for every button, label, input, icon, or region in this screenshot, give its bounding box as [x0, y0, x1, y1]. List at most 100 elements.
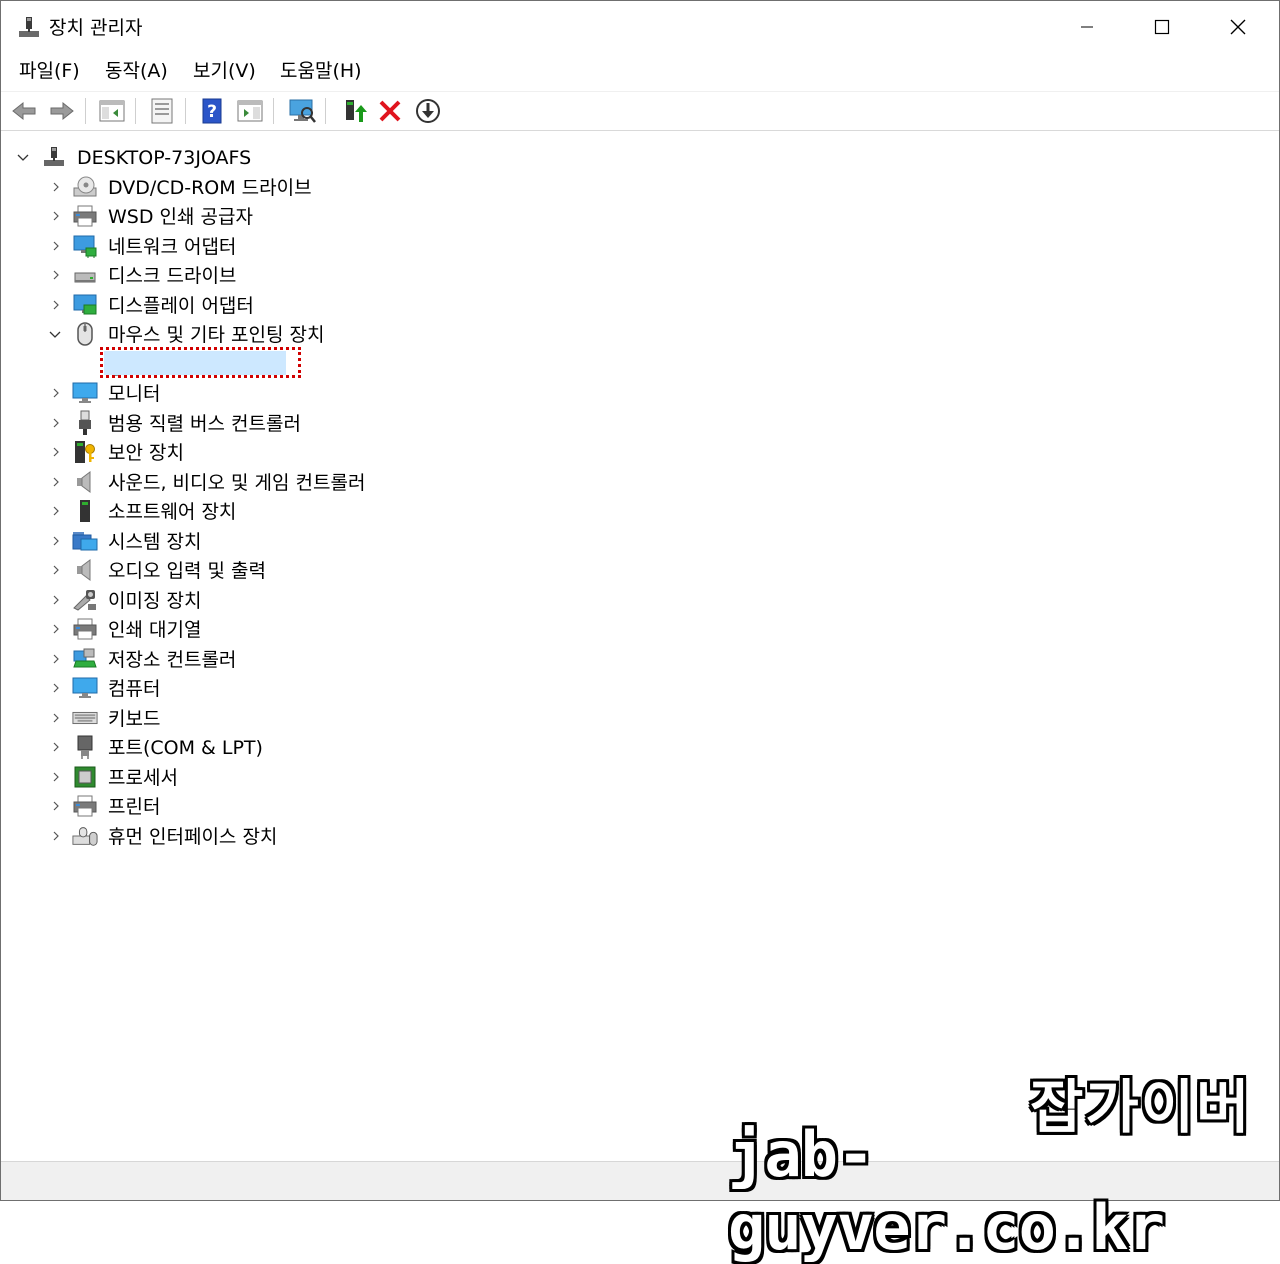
chevron-right-icon[interactable]	[50, 210, 62, 222]
back-button[interactable]	[9, 96, 39, 126]
svg-text:?: ?	[207, 102, 217, 122]
tree-category-item[interactable]: 포트(COM & LPT)	[1, 733, 701, 762]
chevron-right-icon[interactable]	[50, 269, 62, 281]
tree-category-item[interactable]: 인쇄 대기열	[1, 615, 701, 644]
tree-item-label: 인쇄 대기열	[108, 619, 202, 641]
processor-icon	[72, 764, 98, 790]
tree-item-label: WSD 인쇄 공급자	[108, 206, 253, 228]
chevron-right-icon[interactable]	[50, 476, 62, 488]
tree-category-item[interactable]: WSD 인쇄 공급자	[1, 202, 701, 231]
mouse-icon	[72, 321, 98, 347]
tree-item-label: 소프트웨어 장치	[108, 501, 237, 523]
properties-button[interactable]	[147, 96, 177, 126]
update-driver-button[interactable]	[339, 96, 369, 126]
tree-category-item[interactable]: 컴퓨터	[1, 674, 701, 703]
menu-action[interactable]: 동작(A)	[101, 56, 172, 83]
tree-item-label: 마우스 및 기타 포인팅 장치	[108, 324, 325, 346]
help-icon: ?	[202, 98, 222, 124]
tree-item-label: 디스크 드라이브	[108, 265, 237, 287]
chevron-right-icon[interactable]	[50, 682, 62, 694]
camera-icon	[72, 587, 98, 613]
chevron-down-icon[interactable]	[17, 151, 29, 163]
chevron-right-icon[interactable]	[50, 830, 62, 842]
chevron-right-icon[interactable]	[50, 800, 62, 812]
tree-item-label: 사운드, 비디오 및 게임 컨트롤러	[108, 471, 366, 494]
tree-category-item[interactable]: 보안 장치	[1, 438, 701, 467]
tree-item-label: 저장소 컨트롤러	[108, 648, 237, 671]
chevron-right-icon[interactable]	[50, 535, 62, 547]
scan-hardware-button[interactable]	[287, 96, 317, 126]
tree-category-item[interactable]: 사운드, 비디오 및 게임 컨트롤러	[1, 468, 701, 497]
tree-category-item[interactable]: 프린터	[1, 792, 701, 821]
tree-category-item[interactable]: 이미징 장치	[1, 586, 701, 615]
forward-button[interactable]	[47, 96, 77, 126]
toolbar-separator	[135, 98, 136, 124]
scan-hardware-icon	[289, 99, 316, 123]
minimize-button[interactable]	[1049, 1, 1125, 53]
show-hide-tree-button[interactable]	[97, 96, 127, 126]
tree-category-item[interactable]: 네트워크 어댑터	[1, 232, 701, 261]
chevron-right-icon[interactable]	[50, 299, 62, 311]
printer-icon	[72, 793, 98, 819]
chevron-right-icon[interactable]	[50, 446, 62, 458]
chevron-right-icon[interactable]	[50, 181, 62, 193]
close-button[interactable]	[1200, 1, 1276, 53]
hid-icon	[72, 823, 98, 849]
close-icon	[1230, 19, 1246, 35]
tree-item-label: 오디오 입력 및 출력	[108, 560, 266, 582]
tree-category-item[interactable]: 저장소 컨트롤러	[1, 645, 701, 674]
chevron-right-icon[interactable]	[50, 623, 62, 635]
device-manager-app-icon	[17, 15, 41, 39]
action-pane-button[interactable]	[235, 96, 265, 126]
tree-item-label: 네트워크 어댑터	[108, 235, 237, 258]
disable-device-icon	[416, 99, 440, 123]
chevron-right-icon[interactable]	[50, 712, 62, 724]
tree-item-label: 키보드	[108, 707, 161, 730]
tree-category-item[interactable]: 범용 직렬 버스 컨트롤러	[1, 409, 701, 438]
tree-category-item[interactable]: 오디오 입력 및 출력	[1, 556, 701, 585]
chevron-right-icon[interactable]	[50, 771, 62, 783]
tree-category-item[interactable]: DVD/CD-ROM 드라이브	[1, 173, 701, 202]
chevron-right-icon[interactable]	[50, 741, 62, 753]
watermark-url: jab-guyver.co.kr	[728, 1118, 1165, 1264]
forward-arrow-icon	[50, 101, 74, 121]
tree-category-item[interactable]: 디스플레이 어댑터	[1, 291, 701, 320]
menu-help[interactable]: 도움말(H)	[276, 56, 366, 83]
tree-item-label: 프로세서	[108, 766, 178, 789]
tree-item-label: 범용 직렬 버스 컨트롤러	[108, 412, 301, 435]
chevron-right-icon[interactable]	[50, 387, 62, 399]
chevron-down-icon[interactable]	[49, 328, 61, 340]
chevron-right-icon[interactable]	[50, 505, 62, 517]
chevron-right-icon[interactable]	[50, 564, 62, 576]
system-folder-icon	[72, 528, 98, 554]
menu-file[interactable]: 파일(F)	[15, 56, 84, 83]
tree-root[interactable]: DESKTOP-73JOAFS	[1, 143, 701, 172]
tree-category-item[interactable]: 키보드	[1, 704, 701, 733]
chevron-right-icon[interactable]	[50, 594, 62, 606]
tree-category-item[interactable]: 프로세서	[1, 763, 701, 792]
annotation-dotted-box	[100, 347, 301, 378]
disable-device-button[interactable]	[413, 96, 443, 126]
properties-icon	[151, 98, 173, 124]
dvd-drive-icon	[72, 174, 98, 200]
chevron-right-icon[interactable]	[50, 653, 62, 665]
tree-category-item[interactable]: 마우스 및 기타 포인팅 장치	[1, 320, 701, 349]
tree-category-item[interactable]: 시스템 장치	[1, 527, 701, 556]
tree-category-item[interactable]: 모니터	[1, 379, 701, 408]
tree-category-item[interactable]: 휴먼 인터페이스 장치	[1, 822, 701, 851]
maximize-icon	[1154, 19, 1170, 35]
tree-item-label: DESKTOP-73JOAFS	[77, 147, 252, 169]
uninstall-device-button[interactable]	[375, 96, 405, 126]
tree-category-item[interactable]: 소프트웨어 장치	[1, 497, 701, 526]
maximize-button[interactable]	[1124, 1, 1200, 53]
chevron-right-icon[interactable]	[50, 417, 62, 429]
help-button[interactable]: ?	[197, 96, 227, 126]
action-pane-icon	[237, 100, 263, 122]
toolbar-separator	[273, 98, 274, 124]
security-key-icon	[72, 439, 98, 465]
chevron-right-icon[interactable]	[50, 240, 62, 252]
tree-category-item[interactable]: 디스크 드라이브	[1, 261, 701, 290]
window-title: 장치 관리자	[49, 17, 143, 39]
computer-icon	[72, 675, 98, 701]
menu-view[interactable]: 보기(V)	[189, 56, 260, 83]
